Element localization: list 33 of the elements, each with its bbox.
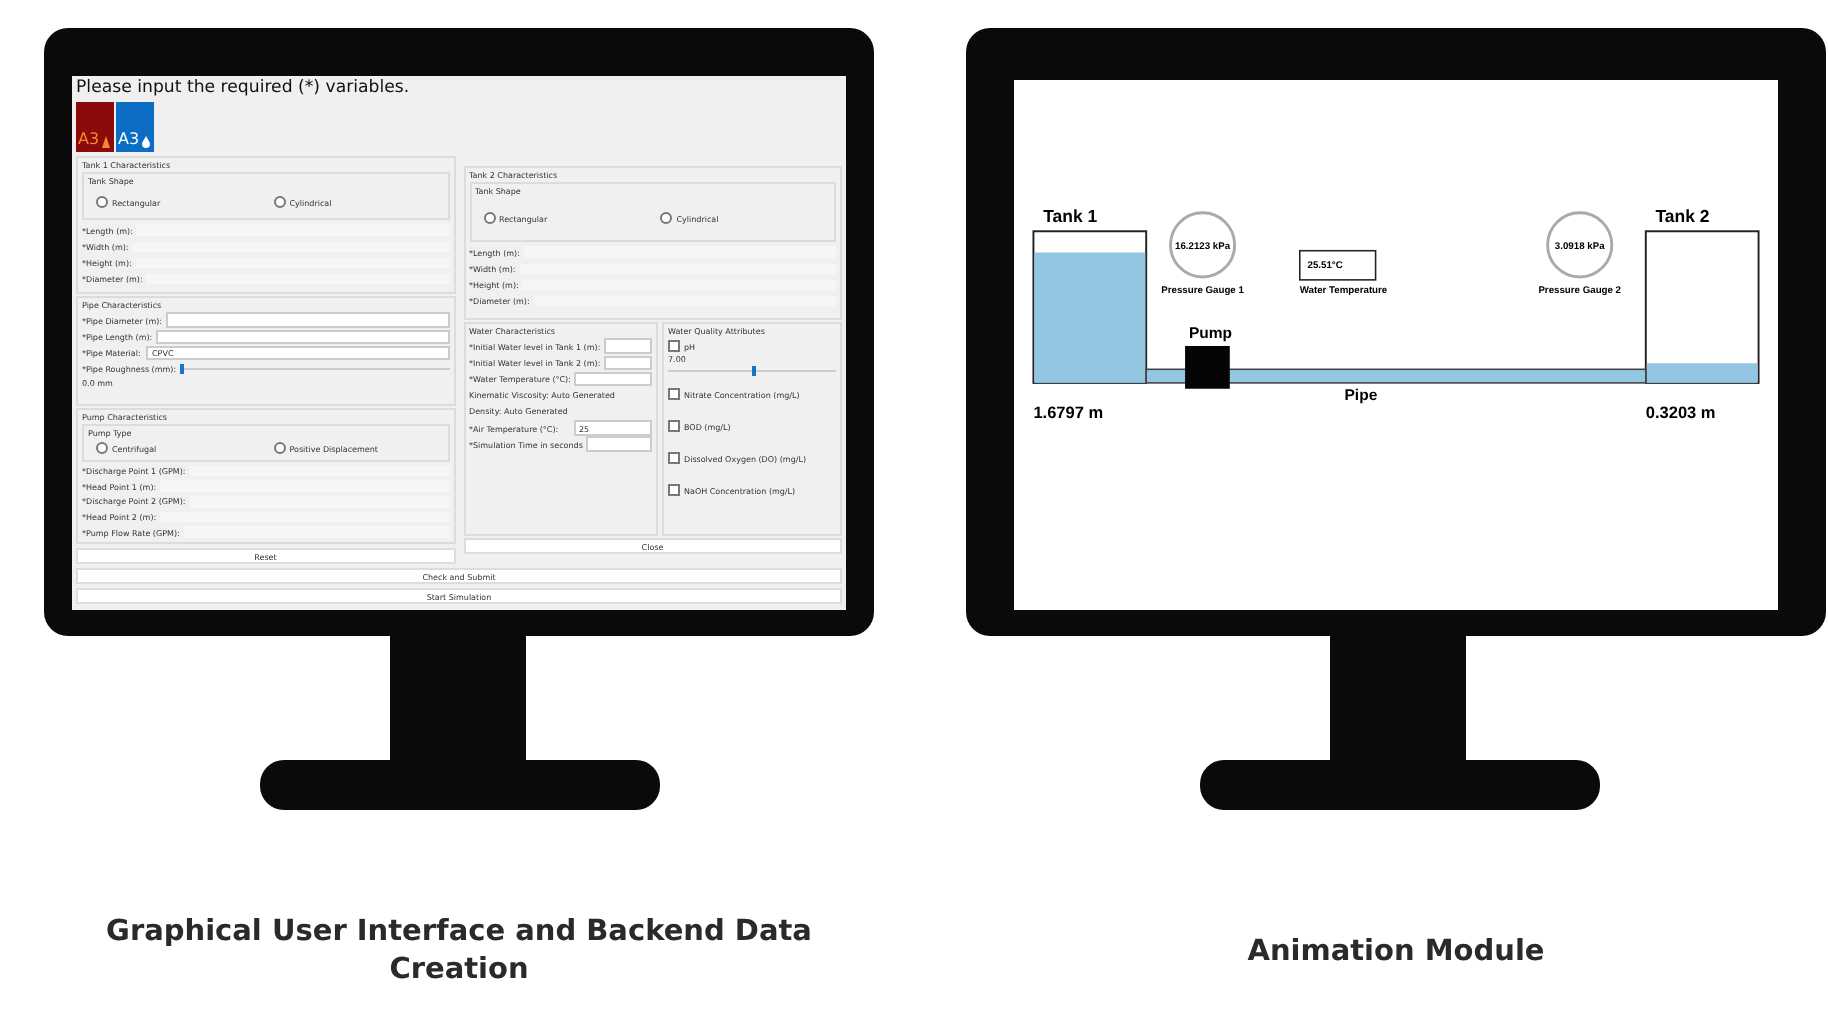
input-field[interactable] [604,355,652,371]
temperature-display [1299,249,1377,281]
figure-caption: Graphical User Interface and Backend Data Creation [104,914,814,990]
drop-icon [141,136,150,148]
checkbox[interactable] [668,388,680,400]
flame-icon [101,136,110,148]
checkbox[interactable] [668,340,680,353]
pressure-gauge [1546,211,1614,279]
figure-caption: Animation Module [1245,934,1547,972]
input-field[interactable] [156,329,449,345]
radio-button[interactable] [273,196,286,208]
pump [1185,345,1230,389]
tank-label: Tank 1 [1043,205,1098,226]
checkbox[interactable] [668,420,680,432]
slider-thumb[interactable] [180,364,185,375]
logo-text: A3 [78,130,100,148]
radio-button[interactable] [96,196,108,208]
checkbox[interactable] [668,484,680,496]
pressure-gauge [1169,211,1237,279]
input-field[interactable] [604,338,652,354]
radio-button[interactable] [96,442,108,455]
input-field[interactable] [586,436,652,452]
radio-button[interactable] [660,212,673,224]
form-heading: Please input the required (*) variables. [76,76,412,100]
checkbox[interactable] [668,452,680,464]
radio-button[interactable] [273,442,286,455]
pipe-label: Pipe [1344,386,1378,405]
tank-label: Tank 2 [1655,205,1710,226]
input-field[interactable] [574,371,652,387]
logo-text: A3 [118,130,140,148]
radio-button[interactable] [483,212,495,224]
pump-label: Pump [1188,324,1233,343]
input-field[interactable] [166,312,449,328]
